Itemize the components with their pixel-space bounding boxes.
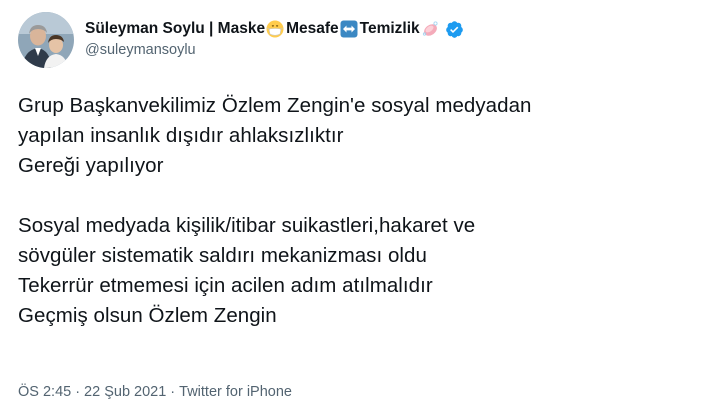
verified-badge-icon	[445, 20, 464, 39]
tweet-date-link[interactable]: 22 Şub 2021	[84, 384, 166, 400]
display-name-part-2: Mesafe	[286, 20, 339, 38]
face-with-medical-mask-icon	[266, 20, 284, 38]
left-right-arrow-icon	[340, 20, 358, 38]
meta-separator-2: ·	[170, 384, 176, 400]
tweet-header: Süleyman Soylu | Maske Mesafe Temizlik @su…	[18, 12, 464, 68]
soap-icon	[421, 20, 439, 38]
tweet-meta: ÖS 2:45 · 22 Şub 2021 · Twitter for iPhone	[18, 384, 292, 400]
avatar[interactable]	[18, 12, 74, 68]
display-name-part-3: Temizlik	[359, 20, 420, 38]
tweet-text: Grup Başkanvekilimiz Özlem Zengin'e sosy…	[18, 94, 532, 327]
display-name[interactable]: Süleyman Soylu | Maske Mesafe Temizlik	[85, 20, 441, 38]
display-name-part-1: Süleyman Soylu | Maske	[85, 20, 266, 38]
meta-separator: ·	[75, 384, 81, 400]
tweet-card: Süleyman Soylu | Maske Mesafe Temizlik @su…	[0, 0, 703, 412]
avatar-photo-icon	[18, 12, 74, 68]
tweet-source-link[interactable]: Twitter for iPhone	[179, 384, 292, 400]
author-info: Süleyman Soylu | Maske Mesafe Temizlik @su…	[85, 18, 464, 58]
display-name-row[interactable]: Süleyman Soylu | Maske Mesafe Temizlik	[85, 18, 464, 40]
tweet-time-link[interactable]: ÖS 2:45	[18, 384, 71, 400]
author-handle[interactable]: @suleymansoylu	[85, 42, 464, 58]
